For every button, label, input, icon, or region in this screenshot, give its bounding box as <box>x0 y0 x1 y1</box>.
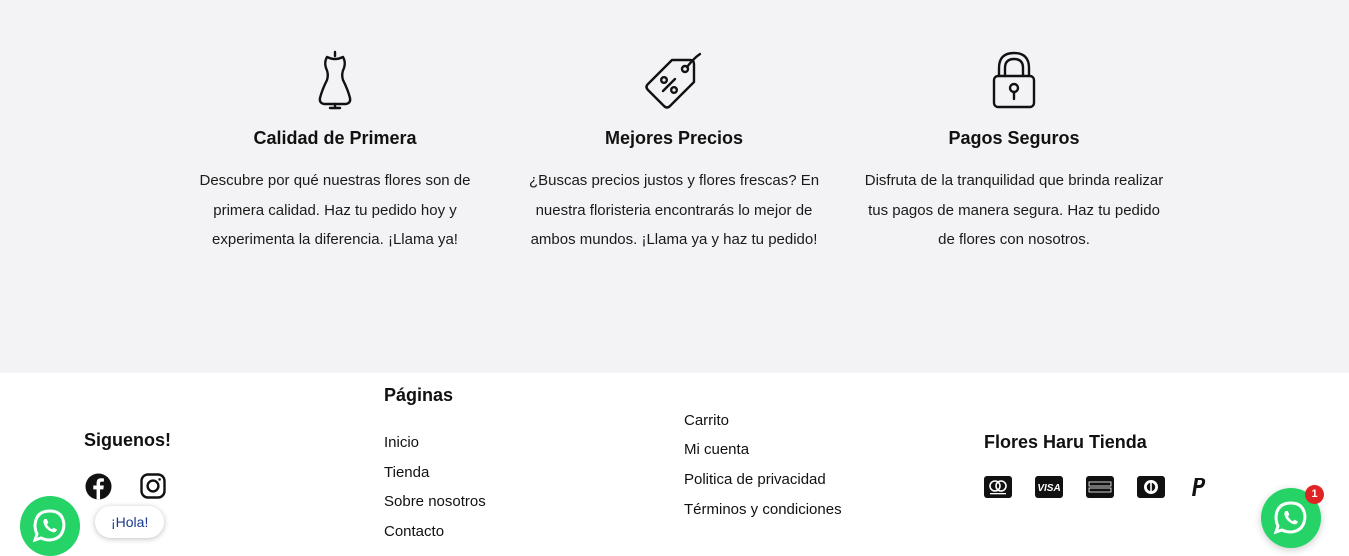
pages-title: Páginas <box>384 385 454 405</box>
svg-text:VISA: VISA <box>1037 483 1060 494</box>
instagram-icon[interactable] <box>140 473 166 504</box>
footer: Siguenos! Páginas Inicio Tienda Sobre no… <box>0 373 1349 555</box>
footer-link-tienda[interactable]: Tienda <box>384 464 429 481</box>
footer-link-terminos[interactable]: Términos y condiciones <box>684 501 842 518</box>
social-title: Siguenos! <box>84 430 172 450</box>
padlock-icon <box>991 50 1037 115</box>
chat-greeting-bubble[interactable]: ¡Hola! <box>95 506 165 538</box>
mastercard-icon <box>984 476 1012 503</box>
features-section: Calidad de Primera Descubre por qué nues… <box>0 0 1349 373</box>
footer-link-mi-cuenta[interactable]: Mi cuenta <box>684 441 749 458</box>
feature-text: Descubre por qué nuestras flores son de … <box>199 172 471 248</box>
american-express-icon <box>1086 476 1114 503</box>
diners-club-icon <box>1137 476 1165 503</box>
feature-text: Disfruta de la tranquilidad que brinda r… <box>864 172 1164 248</box>
footer-link-contacto[interactable]: Contacto <box>384 523 444 540</box>
whatsapp-chat-button[interactable] <box>20 496 80 556</box>
price-tag-icon <box>644 50 704 115</box>
whatsapp-icon <box>1273 501 1307 535</box>
footer-link-sobre-nosotros[interactable]: Sobre nosotros <box>384 493 486 510</box>
store-title: Flores Haru Tienda <box>984 432 1147 452</box>
mannequin-icon <box>315 50 355 115</box>
feature-text: ¿Buscas precios justos y flores frescas?… <box>528 172 820 248</box>
notification-badge: 1 <box>1305 485 1324 504</box>
feature-title: Calidad de Primera <box>253 128 417 148</box>
visa-icon: VISA <box>1035 476 1063 503</box>
footer-link-inicio[interactable]: Inicio <box>384 434 419 451</box>
paypal-icon <box>1188 476 1208 503</box>
footer-link-carrito[interactable]: Carrito <box>684 412 729 429</box>
facebook-icon[interactable] <box>85 473 112 505</box>
feature-title: Mejores Precios <box>604 128 744 148</box>
whatsapp-icon <box>32 509 66 543</box>
feature-title: Pagos Seguros <box>948 128 1080 148</box>
footer-link-privacidad[interactable]: Politica de privacidad <box>684 471 826 488</box>
